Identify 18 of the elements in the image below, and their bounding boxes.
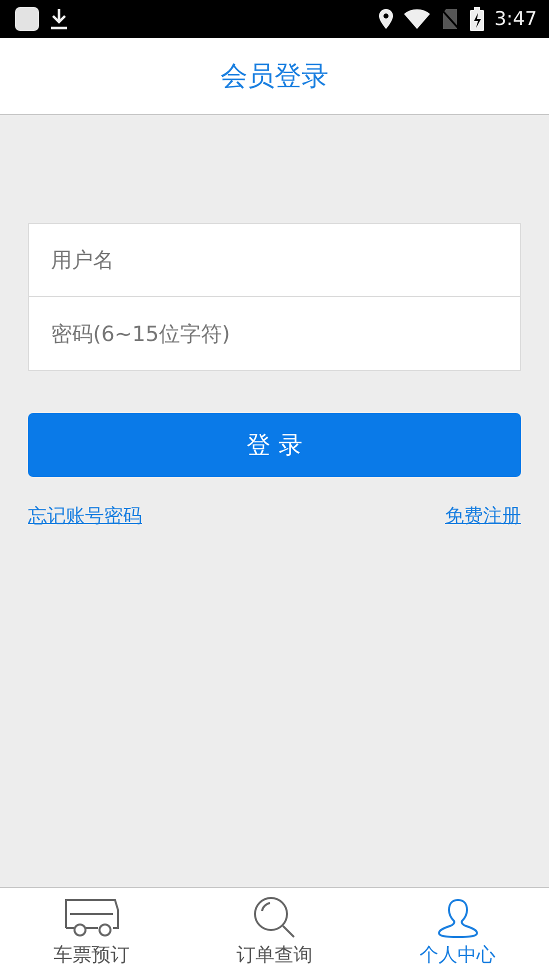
nav-tab[interactable]: 个人中心: [366, 888, 549, 976]
location-icon: [378, 8, 394, 30]
forgot-password-link[interactable]: 忘记账号密码: [28, 503, 142, 529]
bus-icon: [64, 898, 120, 938]
app-icon: [14, 6, 40, 32]
login-button[interactable]: 登 录: [28, 413, 521, 477]
battery-charging-icon: [470, 7, 484, 31]
password-field[interactable]: 密码(6~15位字符): [28, 297, 521, 371]
download-icon: [50, 8, 68, 30]
register-link[interactable]: 免费注册: [445, 503, 521, 529]
search-icon: [252, 896, 296, 938]
page-title: 会员登录: [220, 60, 328, 94]
nav-tab[interactable]: 订单查询: [183, 888, 366, 976]
person-icon: [436, 898, 478, 938]
username-field[interactable]: 用户名: [28, 223, 521, 297]
clock-time: 3:47: [494, 8, 537, 30]
nav-tab[interactable]: 车票预订: [0, 888, 183, 976]
wifi-icon: [404, 9, 430, 29]
